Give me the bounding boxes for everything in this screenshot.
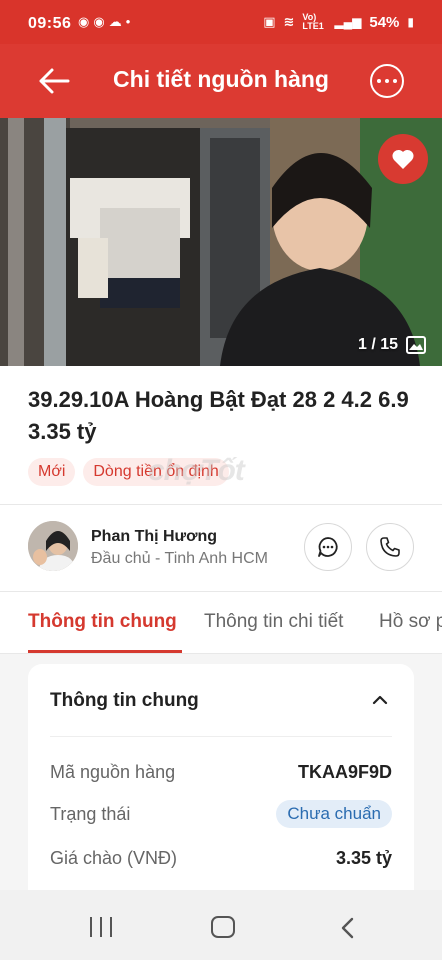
row-value: TKAA9F9D bbox=[297, 762, 392, 782]
battery-label: 54% bbox=[369, 13, 400, 31]
listing-title: 39.29.10A Hoàng Bật Đạt 28 2 4.2 6.9 3.3… bbox=[28, 387, 409, 444]
row-value: 3.35 tỷ bbox=[335, 848, 392, 868]
status-right: ▣ ≋ Vo) LTE1 ▂▄▆ 54% ▮ bbox=[263, 13, 414, 31]
status-bar: 09:56 ◉ ◉ ☁ • ▣ ≋ Vo) LTE1 ▂▄▆ 54% ▮ bbox=[0, 0, 442, 44]
info-row-price: Giá chào (VNĐ) 3.35 tỷ bbox=[50, 844, 392, 874]
system-back-icon[interactable] bbox=[338, 916, 358, 940]
battery-icon: ▮ bbox=[407, 15, 414, 29]
home-icon[interactable] bbox=[211, 916, 235, 938]
photo-counter-label: 1 / 15 bbox=[357, 336, 398, 353]
info-row-status: Trạng thái Chưa chuẩn bbox=[50, 800, 392, 830]
card-divider bbox=[50, 736, 392, 737]
call-button[interactable] bbox=[366, 523, 414, 571]
agent-role: Đầu chủ - Tinh Anh HCM bbox=[91, 550, 268, 567]
status-time: 09:56 bbox=[28, 15, 72, 32]
dot-icon: • bbox=[125, 14, 131, 29]
row-label: Trạng thái bbox=[50, 804, 131, 824]
status-badge: Chưa chuẩn bbox=[276, 800, 392, 828]
notification-icons: ◉ ◉ ☁ • bbox=[78, 14, 130, 30]
network-label: Vo) LTE1 bbox=[302, 12, 324, 31]
alarm-icon: ▣ bbox=[263, 14, 276, 29]
listing-photo[interactable]: 1 / 15 bbox=[0, 118, 442, 366]
chat-button[interactable] bbox=[304, 523, 352, 571]
info-row-code: Mã nguồn hàng TKAA9F9D bbox=[50, 758, 392, 788]
cloud-icon: ☁ bbox=[108, 14, 122, 29]
recent-apps-icon[interactable] bbox=[90, 917, 112, 937]
app-bar: Chi tiết nguồn hàng bbox=[0, 44, 442, 118]
chat-icon bbox=[318, 537, 338, 557]
row-label: Giá chào (VNĐ) bbox=[50, 848, 178, 868]
gallery-icon[interactable] bbox=[406, 336, 426, 354]
phone-icon bbox=[380, 537, 400, 557]
active-tab-indicator bbox=[28, 650, 182, 653]
tag-new: Mới bbox=[28, 458, 76, 486]
wifi-icon: ≋ bbox=[283, 14, 295, 29]
agent-name[interactable]: Phan Thị Hương bbox=[91, 528, 217, 546]
signal-icon: ▂▄▆ bbox=[334, 15, 362, 29]
tab-profile[interactable]: Hồ sơ p bbox=[379, 611, 442, 633]
favorite-button[interactable] bbox=[378, 134, 428, 184]
detail-tabs: Thông tin chung Thông tin chi tiết Hồ sơ… bbox=[0, 592, 442, 654]
messenger-icon: ◉ bbox=[78, 14, 90, 29]
more-options-icon[interactable] bbox=[370, 64, 404, 98]
photo-scene bbox=[0, 118, 442, 366]
heart-icon bbox=[392, 149, 414, 169]
agent-row[interactable]: Phan Thị Hương Đầu chủ - Tinh Anh HCM bbox=[0, 505, 442, 591]
card-title: Thông tin chung bbox=[50, 690, 199, 711]
tab-detail-info[interactable]: Thông tin chi tiết bbox=[204, 611, 343, 633]
row-label: Mã nguồn hàng bbox=[50, 762, 176, 782]
photo-counter: 1 / 15 bbox=[358, 336, 426, 354]
messenger-icon: ◉ bbox=[93, 14, 105, 29]
system-nav-bar bbox=[0, 890, 442, 960]
chevron-up-icon[interactable] bbox=[370, 690, 390, 710]
watermark-logo: chợTốt bbox=[148, 454, 245, 487]
tab-general-info[interactable]: Thông tin chung bbox=[28, 611, 177, 633]
avatar[interactable] bbox=[28, 521, 78, 571]
general-info-card: Thông tin chung Mã nguồn hàng TKAA9F9D T… bbox=[28, 664, 414, 924]
